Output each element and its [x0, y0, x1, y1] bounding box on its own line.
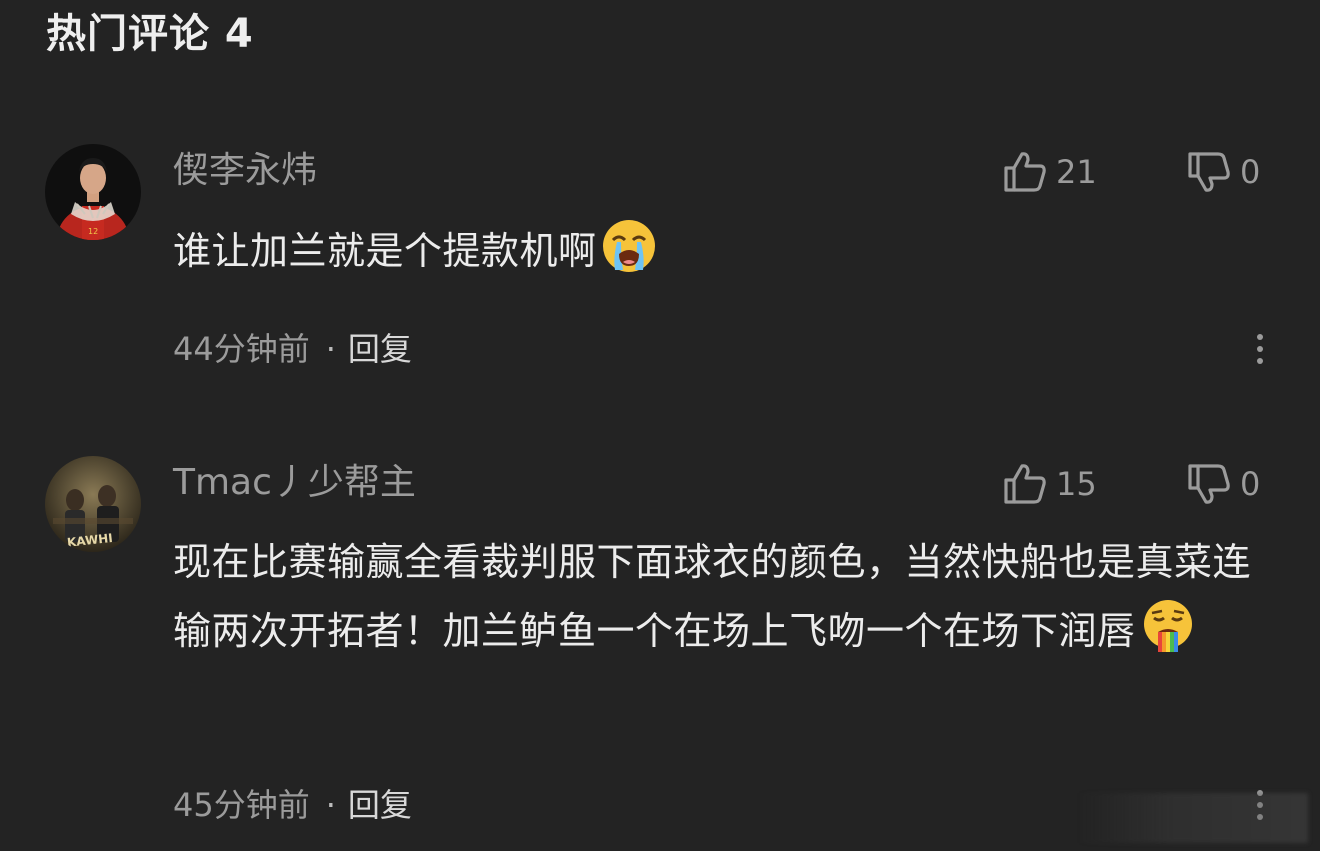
like-count: 21 [1056, 153, 1097, 191]
avatar[interactable]: 12 [45, 144, 141, 240]
timestamp: 45分钟前 [173, 786, 310, 824]
more-options-button[interactable] [1250, 327, 1270, 371]
thumbs-up-icon [1004, 464, 1046, 504]
dislike-count: 0 [1240, 465, 1261, 503]
comment-meta: 44分钟前 · 回复 [173, 327, 412, 371]
dislike-button[interactable]: 0 [1186, 150, 1260, 194]
username[interactable]: Tmac丿少帮主 [173, 458, 416, 508]
like-button[interactable]: 15 [1002, 462, 1097, 506]
meta-separator: · [325, 330, 336, 368]
timestamp: 44分钟前 [173, 330, 310, 368]
thumbs-down-icon [1188, 152, 1230, 192]
avatar-basketball-player-icon: 12 [45, 144, 141, 240]
comment-body: 谁让加兰就是个提款机啊 [173, 229, 597, 273]
username[interactable]: 偰李永炜 [173, 146, 317, 196]
hot-comments-page: 热门评论 4 12 偰李永炜 21 0 谁让加兰就是个提款机啊 44分钟前 · … [0, 0, 1320, 851]
comment-text: 现在比赛输赢全看裁判服下面球衣的颜色，当然快船也是真菜连输两次开拓者！加兰鲈鱼一… [173, 528, 1273, 666]
more-vertical-icon [1257, 334, 1263, 340]
reply-button[interactable]: 回复 [348, 786, 412, 824]
avatar-kawhi-icon: KAWHI [45, 456, 141, 552]
like-button[interactable]: 21 [1002, 150, 1097, 194]
watermark [1078, 793, 1308, 843]
comment-text: 谁让加兰就是个提款机啊 [173, 217, 1273, 286]
dislike-count: 0 [1240, 153, 1261, 191]
meta-separator: · [325, 786, 336, 824]
thumbs-down-icon [1188, 464, 1230, 504]
rainbow-vomit-emoji-icon [1140, 598, 1196, 654]
dislike-button[interactable]: 0 [1186, 462, 1260, 506]
avatar[interactable]: KAWHI [45, 456, 141, 552]
reply-button[interactable]: 回复 [348, 330, 412, 368]
thumbs-up-icon [1004, 152, 1046, 192]
loudly-crying-emoji-icon [601, 218, 657, 274]
comment-body: 现在比赛输赢全看裁判服下面球衣的颜色，当然快船也是真菜连输两次开拓者！加兰鲈鱼一… [173, 540, 1252, 653]
comment-meta: 45分钟前 · 回复 [173, 783, 412, 827]
section-title: 热门评论 4 [46, 11, 254, 57]
svg-text:12: 12 [88, 227, 98, 236]
like-count: 15 [1056, 465, 1097, 503]
